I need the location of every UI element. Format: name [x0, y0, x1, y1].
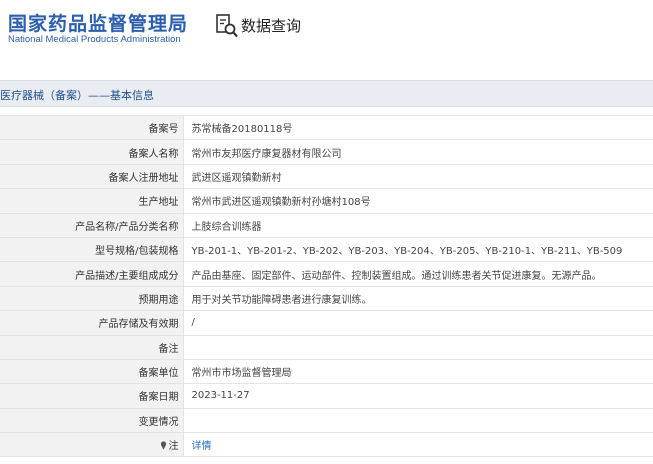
row-label: 注 [168, 441, 179, 453]
table-row: 注 详情 [0, 432, 653, 458]
row-label: 备案日期 [0, 383, 184, 409]
pin-icon [160, 441, 166, 451]
table-row: 型号规格/包装规格 YB-201-1、YB-201-2、YB-202、YB-20… [0, 237, 653, 263]
row-label: 生产地址 [0, 188, 184, 214]
row-value: 2023-11-27 [183, 383, 653, 409]
section-title: 医疗器械（备案）——基本信息 [0, 89, 154, 102]
table-row: 备案日期 2023-11-27 [0, 383, 653, 409]
row-value [183, 408, 653, 434]
row-label: 产品描述/主要组成成分 [0, 261, 184, 287]
table-row: 产品名称/产品分类名称 上肢综合训练器 [0, 213, 653, 238]
row-value: 上肢综合训练器 [183, 213, 653, 238]
row-label: 备案号 [0, 114, 184, 141]
table-row: 产品描述/主要组成成分 产品由基座、固定部件、运动部件、控制装置组成。通过训练患… [0, 261, 653, 287]
row-value: 详情 [183, 432, 653, 458]
row-label: 备案人注册地址 [0, 164, 184, 190]
row-value: 常州市武进区遥观镇勤新村孙塘村108号 [183, 188, 653, 214]
note-label-cell: 注 [0, 432, 184, 458]
table-row: 备案人注册地址 武进区遥观镇勤新村 [0, 164, 653, 190]
row-label: 产品名称/产品分类名称 [0, 213, 184, 238]
row-value [183, 335, 653, 360]
logo-title-en[interactable]: National Medical Products Administration [8, 34, 181, 45]
row-value: YB-201-1、YB-201-2、YB-202、YB-203、YB-204、Y… [183, 237, 653, 263]
row-label: 产品存储及有效期 [0, 310, 184, 336]
section-header: 医疗器械（备案）——基本信息 [0, 80, 653, 107]
info-table: 备案号 苏常械备20180118号 备案人名称 常州市友邦医疗康复器材有限公司 … [0, 114, 653, 458]
site-header: 国家药品监督管理局 National Medical Products Admi… [0, 0, 653, 60]
table-row: 产品存储及有效期 / [0, 310, 653, 336]
document-search-icon[interactable] [215, 13, 239, 39]
table-row: 变更情况 [0, 408, 653, 434]
table-row: 预期用途 用于对关节功能障碍患者进行康复训练。 [0, 286, 653, 312]
row-label: 预期用途 [0, 286, 184, 312]
table-row: 备注 [0, 335, 653, 360]
row-label: 变更情况 [0, 408, 184, 434]
row-label: 型号规格/包装规格 [0, 237, 184, 263]
row-label: 备案单位 [0, 359, 184, 385]
data-query-link[interactable]: 数据查询 [241, 15, 301, 36]
row-label: 备案人名称 [0, 139, 184, 165]
table-row: 备案人名称 常州市友邦医疗康复器材有限公司 [0, 139, 653, 165]
row-value: 常州市友邦医疗康复器材有限公司 [183, 139, 653, 165]
row-label: 备注 [0, 335, 184, 360]
row-value: 产品由基座、固定部件、运动部件、控制装置组成。通过训练患者关节促进康复。无源产品… [183, 261, 653, 287]
row-value: / [183, 310, 653, 336]
table-row: 生产地址 常州市武进区遥观镇勤新村孙塘村108号 [0, 188, 653, 214]
table-row: 备案号 苏常械备20180118号 [0, 114, 653, 141]
logo-title-cn[interactable]: 国家药品监督管理局 [8, 9, 188, 36]
row-value: 苏常械备20180118号 [183, 114, 653, 141]
row-value: 用于对关节功能障碍患者进行康复训练。 [183, 286, 653, 312]
details-link[interactable]: 详情 [192, 441, 212, 452]
row-value: 常州市市场监督管理局 [183, 359, 653, 385]
row-value: 武进区遥观镇勤新村 [183, 164, 653, 190]
table-row: 备案单位 常州市市场监督管理局 [0, 359, 653, 385]
header-gap [0, 60, 653, 80]
